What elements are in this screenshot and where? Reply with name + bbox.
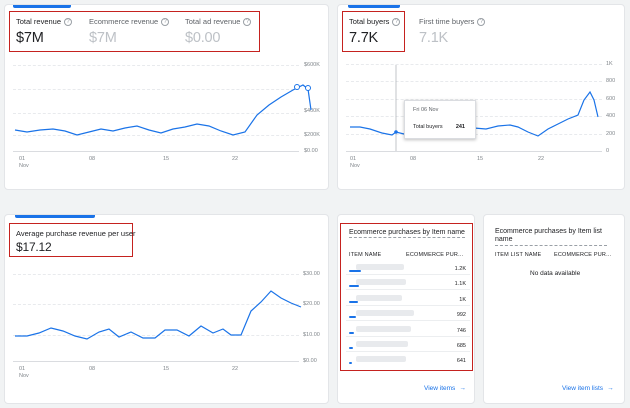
revenue-line-chart[interactable]	[5, 5, 329, 190]
column-header-purchases[interactable]: ECOMMERCE PUR...	[554, 252, 611, 258]
tooltip-label: Total buyers	[413, 124, 443, 130]
row-value: 685	[456, 343, 466, 349]
item-name-redacted	[356, 295, 402, 301]
item-name-redacted	[356, 326, 411, 332]
item-name-redacted	[356, 341, 408, 347]
row-value: 1.1K	[454, 281, 466, 287]
link-label: View item lists	[562, 385, 604, 392]
row-value: 746	[456, 328, 466, 334]
view-item-lists-link[interactable]: View item lists →	[562, 385, 614, 392]
buyers-line-chart[interactable]	[338, 5, 625, 190]
row-divider	[346, 274, 470, 275]
row-value-bar	[349, 316, 356, 318]
column-header-purchases[interactable]: ECOMMERCE PUR...	[406, 252, 463, 258]
item-name-redacted	[356, 264, 404, 270]
item-list-table-card: Ecommerce purchases by Item list name IT…	[483, 214, 625, 404]
column-header-item-name[interactable]: ITEM NAME	[349, 252, 381, 258]
chart-tooltip: Fri 06 Nov Total buyers 241	[404, 100, 476, 139]
view-items-link[interactable]: View items →	[424, 385, 466, 392]
row-divider	[346, 305, 470, 306]
row-divider	[346, 320, 470, 321]
row-value: 1K	[459, 297, 466, 303]
link-label: View items	[424, 385, 456, 392]
item-name-redacted	[356, 356, 406, 362]
tooltip-value: 241	[455, 124, 465, 130]
table-title[interactable]: Ecommerce purchases by Item name	[349, 229, 465, 238]
buyers-card: Total buyers? 7.7K First time buyers? 7.…	[337, 4, 625, 190]
row-value-bar	[349, 362, 352, 364]
row-divider	[346, 289, 470, 290]
revenue-card: Total revenue? $7M Ecommerce revenue? $7…	[4, 4, 329, 190]
row-value: 992	[456, 312, 466, 318]
row-value-bar	[349, 270, 361, 272]
row-value: 641	[456, 358, 466, 364]
row-value-bar	[349, 332, 354, 334]
items-table-card: Ecommerce purchases by Item name ITEM NA…	[337, 214, 475, 404]
row-divider	[346, 351, 470, 352]
empty-state-message: No data available	[530, 270, 581, 277]
item-name-redacted	[356, 279, 406, 285]
arrow-right-icon: →	[607, 385, 614, 392]
table-title[interactable]: Ecommerce purchases by Item list name	[495, 228, 607, 246]
item-name-redacted	[356, 310, 414, 316]
arpu-card: Average purchase revenue per user $17.12…	[4, 214, 329, 404]
row-value-bar	[349, 347, 353, 349]
tooltip-date: Fri 06 Nov	[413, 107, 439, 113]
row-value: 1.2K	[454, 266, 466, 272]
column-header-item-list-name[interactable]: ITEM LIST NAME	[495, 252, 541, 258]
arrow-right-icon: →	[459, 385, 466, 392]
row-divider	[346, 336, 470, 337]
arpu-line-chart[interactable]	[5, 215, 329, 404]
row-value-bar	[349, 301, 358, 303]
row-value-bar	[349, 285, 359, 287]
